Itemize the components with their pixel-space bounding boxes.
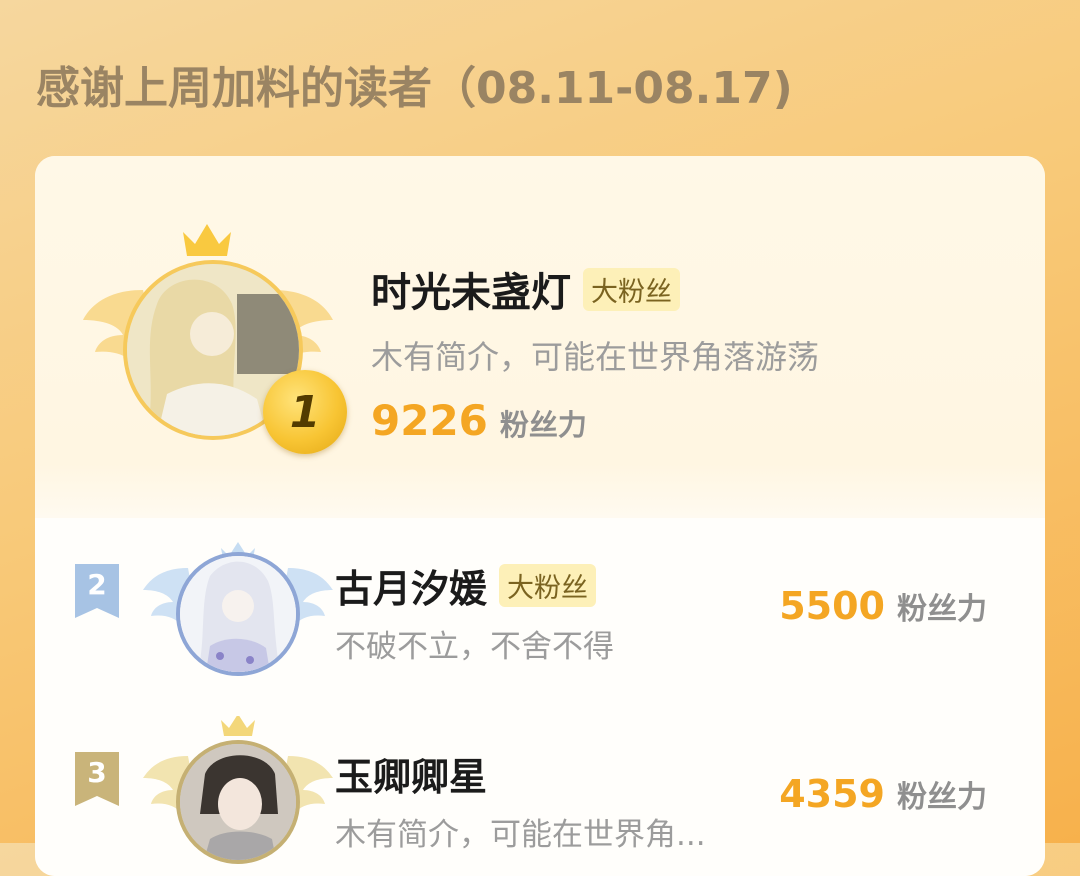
fan-name[interactable]: 古月汐媛 [335,558,487,613]
avatar-illustration [180,556,296,672]
avatar-group[interactable] [143,716,333,866]
fan-level-badge: 大粉丝 [583,267,680,311]
fan-info: 玉卿卿星 木有简介，可能在世界角... [335,746,706,854]
fan-power-unit: 粉丝力 [897,780,987,815]
fan-power-unit: 粉丝力 [897,592,987,627]
fan-bio: 木有简介，可能在世界角落游荡 [371,338,820,376]
fan-power-unit: 粉丝力 [499,408,587,442]
avatar [176,740,300,864]
fan-bio: 木有简介，可能在世界角... [335,817,706,853]
fan-power: 4359 粉丝力 [779,772,987,816]
list-item[interactable]: 2 古月汐媛 大粉丝 不破不立，不舍不得 5500 粉丝力 [35,518,1045,676]
fan-power-value: 9226 [371,396,488,445]
top-fan-info: 时光未盏灯 大粉丝 木有简介，可能在世界角落游荡 9226 粉丝力 [371,260,819,445]
fan-power-value: 4359 [779,772,885,816]
page-title: 感谢上周加料的读者（08.11-08.17) [36,63,793,114]
list-item[interactable]: 3 玉卿卿星 木有简介，可能在世界角... 4359 粉丝力 [35,706,1045,864]
fan-power-value: 5500 [779,584,885,628]
rank-flag: 2 [73,564,121,618]
crown-icon [183,224,231,256]
rank-flag: 3 [73,752,121,806]
avatar-group[interactable] [143,528,333,678]
fan-ranking-card: 1 时光未盏灯 大粉丝 木有简介，可能在世界角落游荡 9226 粉丝力 2 古月… [35,156,1045,876]
top-fan-avatar-group[interactable]: 1 [83,220,347,460]
rank-medal: 1 [263,370,347,454]
fan-info: 古月汐媛 大粉丝 不破不立，不舍不得 [335,558,614,666]
fan-power: 5500 粉丝力 [779,584,987,628]
fan-power: 9226 粉丝力 [371,396,819,445]
fan-bio: 不破不立，不舍不得 [335,629,614,665]
rank-number: 2 [87,568,107,601]
avatar [176,552,300,676]
rank-number: 3 [87,756,107,789]
fan-name[interactable]: 时光未盏灯 [371,260,571,318]
fan-name[interactable]: 玉卿卿星 [335,746,487,801]
fan-level-badge: 大粉丝 [499,564,597,607]
